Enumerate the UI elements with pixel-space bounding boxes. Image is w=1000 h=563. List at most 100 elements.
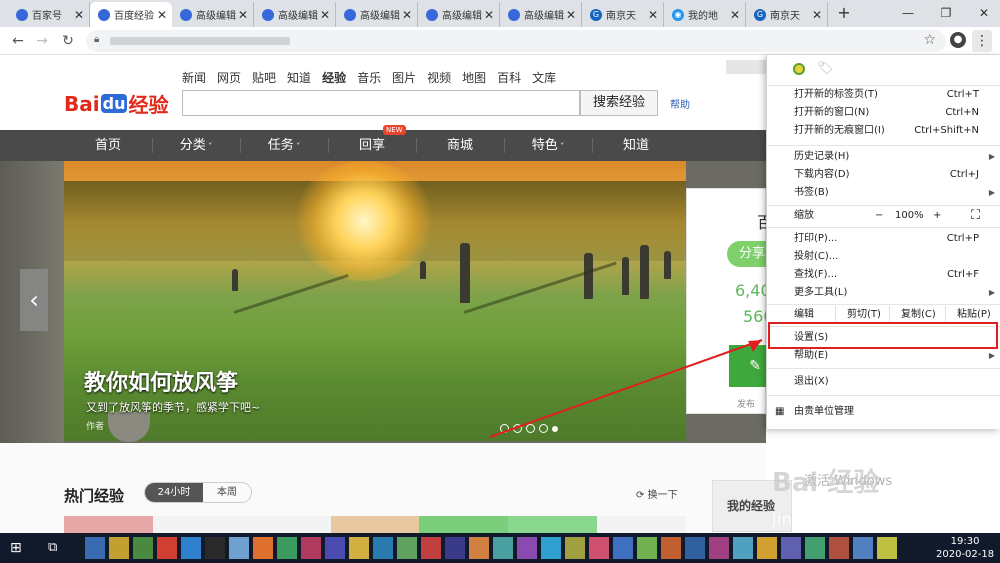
- tab-10[interactable]: G 南京天 ✕: [746, 2, 828, 27]
- close-tab-icon[interactable]: ✕: [729, 8, 741, 22]
- toggle-week[interactable]: 本周: [203, 483, 251, 502]
- taskbar-app-icon[interactable]: [541, 537, 561, 559]
- search-button[interactable]: 搜索经验: [580, 90, 658, 116]
- thumbnail[interactable]: [64, 516, 153, 533]
- bookmark-star-icon[interactable]: ☆: [923, 32, 936, 48]
- reload-icon[interactable]: ↻: [58, 31, 78, 51]
- hero-title[interactable]: 教你如何放风筝: [84, 365, 238, 397]
- top-nav-item[interactable]: 视频: [427, 69, 451, 86]
- minimize-button[interactable]: —: [898, 4, 918, 22]
- menu-item-tools-group[interactable]: 打印(P)... Ctrl+P: [767, 230, 1000, 248]
- thumbnail[interactable]: [508, 516, 598, 533]
- zoom-out-button[interactable]: −: [875, 207, 883, 225]
- menu-item-open[interactable]: 打开新的标签页(T) Ctrl+T: [767, 86, 1000, 104]
- close-tab-icon[interactable]: ✕: [483, 8, 495, 22]
- menu-item-exit[interactable]: 退出(X): [767, 373, 1000, 391]
- baidu-jingyan-logo[interactable]: Bai du 经验: [64, 89, 168, 118]
- taskbar-app-icon[interactable]: [733, 537, 753, 559]
- taskbar-app-icon[interactable]: [685, 537, 705, 559]
- carousel-dot[interactable]: [539, 424, 548, 433]
- taskbar-app-icon[interactable]: [613, 537, 633, 559]
- system-clock[interactable]: 19:30 2020-02-18: [936, 535, 994, 561]
- main-nav-item[interactable]: 知道: [592, 130, 680, 161]
- menu-item-managed[interactable]: ▦ 由贵单位管理: [767, 403, 1000, 421]
- toggle-24h[interactable]: 24小时: [145, 483, 203, 502]
- restore-button[interactable]: ❐: [936, 4, 956, 22]
- fullscreen-icon[interactable]: ⛶: [971, 207, 980, 225]
- main-nav-item[interactable]: 首页: [64, 130, 152, 161]
- top-nav-item[interactable]: 知道: [287, 69, 311, 86]
- carousel-dot[interactable]: [526, 424, 535, 433]
- thumbnail[interactable]: [241, 516, 331, 533]
- tab-9[interactable]: ◉ 我的地 ✕: [664, 2, 746, 27]
- taskbar-app-icon[interactable]: [301, 537, 321, 559]
- forward-arrow-icon[interactable]: →: [32, 31, 52, 51]
- top-nav-item[interactable]: 地图: [462, 69, 486, 86]
- menu-item-tools-group[interactable]: 查找(F)... Ctrl+F: [767, 266, 1000, 284]
- taskbar-app-icon[interactable]: [589, 537, 609, 559]
- lock-icon[interactable]: 🔒︎: [94, 34, 99, 45]
- close-tab-icon[interactable]: ✕: [319, 8, 331, 22]
- thumbnail[interactable]: [597, 516, 687, 533]
- extension-icon[interactable]: [793, 63, 805, 75]
- close-tab-icon[interactable]: ✕: [401, 8, 413, 22]
- taskbar-app-icon[interactable]: [781, 537, 801, 559]
- taskbar-app-icon[interactable]: [253, 537, 273, 559]
- carousel-dot[interactable]: [513, 424, 522, 433]
- taskbar-app-icon[interactable]: [445, 537, 465, 559]
- zoom-in-button[interactable]: +: [933, 207, 941, 225]
- search-input[interactable]: [182, 90, 580, 116]
- taskbar-app-icon[interactable]: [517, 537, 537, 559]
- tab-8[interactable]: G 南京天 ✕: [582, 2, 664, 27]
- close-tab-icon[interactable]: ✕: [647, 8, 659, 22]
- menu-kebab-icon[interactable]: ⋮: [972, 30, 992, 52]
- close-tab-icon[interactable]: ✕: [73, 8, 85, 22]
- tab-5[interactable]: 高级编辑 ✕: [336, 2, 418, 27]
- back-arrow-icon[interactable]: ←: [8, 31, 28, 51]
- thumbnail[interactable]: [152, 516, 242, 533]
- taskbar-app-icon[interactable]: [829, 537, 849, 559]
- windows-start-icon[interactable]: ⊞: [10, 540, 22, 556]
- taskbar-app-icon[interactable]: [565, 537, 585, 559]
- close-tab-icon[interactable]: ✕: [565, 8, 577, 22]
- tab-4[interactable]: 高级编辑 ✕: [254, 2, 336, 27]
- taskbar-app-icon[interactable]: [805, 537, 825, 559]
- share-pill[interactable]: 分享: [727, 241, 767, 267]
- thumbnail[interactable]: [419, 516, 509, 533]
- taskbar-app-icon[interactable]: [205, 537, 225, 559]
- taskbar-app-icon[interactable]: [277, 537, 297, 559]
- close-tab-icon[interactable]: ✕: [156, 8, 168, 22]
- main-nav-item[interactable]: 特色 ˅: [504, 130, 592, 161]
- taskbar-app-icon[interactable]: [853, 537, 873, 559]
- main-nav-item[interactable]: 商城: [416, 130, 504, 161]
- menu-item-history-group[interactable]: 下载内容(D) Ctrl+J: [767, 166, 1000, 184]
- top-nav-item[interactable]: 网页: [217, 69, 241, 86]
- taskbar-app-icon[interactable]: [85, 537, 105, 559]
- taskbar-app-icon[interactable]: [877, 537, 897, 559]
- close-window-button[interactable]: ✕: [974, 4, 994, 22]
- help-link[interactable]: 帮助: [670, 96, 690, 111]
- top-nav-item[interactable]: 百科: [497, 69, 521, 86]
- taskbar-app-icon[interactable]: [637, 537, 657, 559]
- taskbar-app-icon[interactable]: [109, 537, 129, 559]
- refresh-button[interactable]: ⟳ 换一下: [636, 486, 678, 501]
- main-nav-item[interactable]: 分类 ˅: [152, 130, 240, 161]
- new-tab-button[interactable]: +: [834, 4, 854, 22]
- top-nav-item[interactable]: 图片: [392, 69, 416, 86]
- top-nav-item[interactable]: 音乐: [357, 69, 381, 86]
- taskbar-app-icon[interactable]: [709, 537, 729, 559]
- tab-3[interactable]: 高级编辑 ✕: [172, 2, 254, 27]
- menu-item-open[interactable]: 打开新的无痕窗口(I) Ctrl+Shift+N: [767, 122, 1000, 140]
- address-bar[interactable]: 🔒︎ ☆: [86, 30, 946, 52]
- menu-item-help[interactable]: 帮助(E) ▶: [767, 347, 1000, 365]
- close-tab-icon[interactable]: ✕: [237, 8, 249, 22]
- taskbar-app-icon[interactable]: [157, 537, 177, 559]
- taskbar-app-icon[interactable]: [373, 537, 393, 559]
- taskbar-app-icon[interactable]: [181, 537, 201, 559]
- taskbar-app-icon[interactable]: [349, 537, 369, 559]
- top-nav-item[interactable]: 贴吧: [252, 69, 276, 86]
- taskbar-app-icon[interactable]: [325, 537, 345, 559]
- taskbar-app-icon[interactable]: [469, 537, 489, 559]
- menu-item-tools-group[interactable]: 投射(C)...: [767, 248, 1000, 266]
- taskbar-app-icon[interactable]: [661, 537, 681, 559]
